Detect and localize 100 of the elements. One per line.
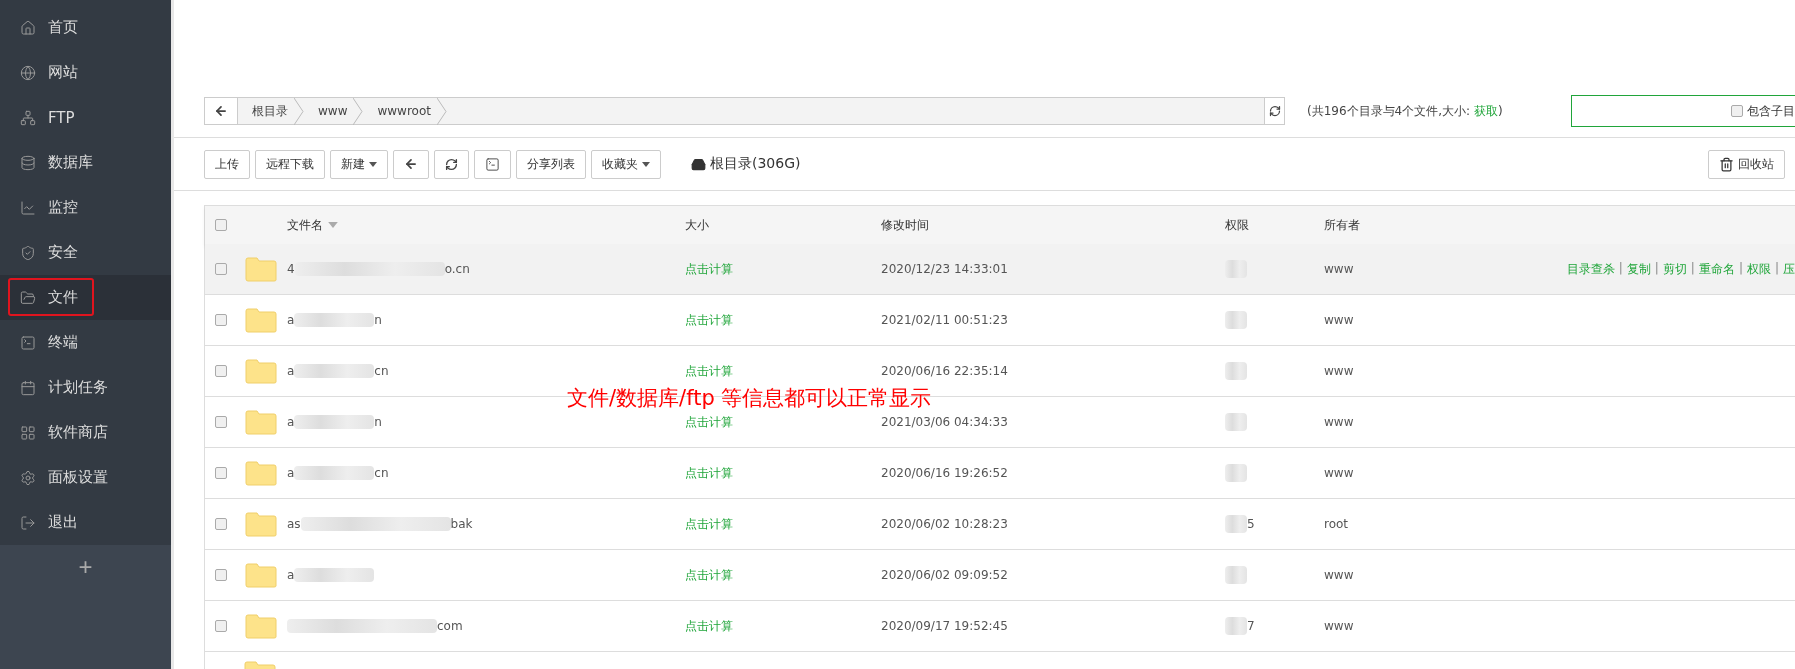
- sidebar-item[interactable]: 监控: [0, 185, 171, 230]
- back-button[interactable]: [205, 98, 238, 124]
- modified-time: 2020/09/17 19:52:45: [881, 619, 1008, 633]
- file-name[interactable]: a: [287, 313, 295, 327]
- sidebar-item[interactable]: 面板设置: [0, 455, 171, 500]
- terminal-icon: [20, 334, 36, 351]
- file-name[interactable]: cn: [374, 364, 389, 378]
- file-name[interactable]: a: [287, 364, 295, 378]
- sidebar-label: 监控: [48, 198, 78, 217]
- sidebar-item[interactable]: FTP: [0, 95, 171, 140]
- owner-text: www: [1324, 415, 1354, 429]
- blur-patch: [1225, 617, 1247, 635]
- column-header: 修改时间: [881, 216, 929, 234]
- checkbox[interactable]: [215, 263, 227, 275]
- sidebar-item[interactable]: 计划任务: [0, 365, 171, 410]
- shield-icon: [20, 244, 36, 261]
- column-header: 权限: [1225, 216, 1249, 234]
- owner-text: www: [1324, 466, 1354, 480]
- file-name[interactable]: a: [287, 568, 295, 582]
- logout-icon: [20, 514, 36, 531]
- drive-icon: [691, 156, 706, 172]
- sidebar-label: 终端: [48, 333, 78, 352]
- chevron-icon: [436, 98, 447, 125]
- file-name[interactable]: as: [287, 517, 301, 531]
- breadcrumb-item[interactable]: 根目录: [238, 98, 294, 124]
- column-header: 所有者: [1324, 216, 1360, 234]
- folder-icon: [20, 289, 36, 306]
- checkbox[interactable]: [1731, 105, 1743, 117]
- sidebar-item[interactable]: 退出: [0, 500, 171, 545]
- permission-text: 7: [1247, 619, 1255, 633]
- owner-text: root: [1324, 517, 1349, 531]
- sidebar-item[interactable]: 网站: [0, 50, 171, 95]
- checkbox[interactable]: [215, 467, 227, 479]
- recycle-bin-button[interactable]: 回收站: [1708, 149, 1785, 179]
- toolbar-button[interactable]: 远程下载: [255, 149, 325, 179]
- separator: |: [1690, 260, 1695, 277]
- chevron-icon: [353, 98, 364, 125]
- globe-icon: [20, 64, 36, 81]
- file-name[interactable]: 4: [287, 262, 295, 276]
- toolbar-button[interactable]: 上传: [204, 149, 250, 179]
- sidebar-item[interactable]: 文件: [0, 275, 171, 320]
- breadcrumb-item[interactable]: www: [304, 98, 354, 124]
- folder-icon: [245, 511, 277, 537]
- checkbox[interactable]: [215, 569, 227, 581]
- owner-text: www: [1324, 313, 1354, 327]
- sidebar-label: 首页: [48, 18, 78, 37]
- terminal-button[interactable]: [474, 149, 511, 179]
- checkbox[interactable]: [215, 416, 227, 428]
- checkbox[interactable]: [215, 219, 227, 231]
- file-row[interactable]: 4 o.cn 点击计算 2020/12/23 14:33:01 www 目录查杀 | 复制 | 剪切 | 重命名 | 权限 | 压: [205, 244, 1795, 295]
- file-name[interactable]: n: [374, 415, 382, 429]
- file-name[interactable]: n: [374, 313, 382, 327]
- checkbox[interactable]: [215, 620, 227, 632]
- checkbox[interactable]: [215, 365, 227, 377]
- back-button[interactable]: [393, 149, 429, 179]
- search-field[interactable]: 包含子目: [1571, 95, 1795, 127]
- add-button[interactable]: +: [72, 553, 99, 581]
- settings-icon: [20, 469, 36, 486]
- folder-icon: [245, 358, 277, 384]
- file-name[interactable]: a: [287, 466, 295, 480]
- refresh-icon: [1268, 105, 1281, 117]
- file-name[interactable]: cn: [374, 466, 389, 480]
- toolbar-button[interactable]: 分享列表: [516, 149, 586, 179]
- file-name[interactable]: com: [437, 619, 463, 633]
- sidebar-item[interactable]: 软件商店: [0, 410, 171, 455]
- folder-icon: [245, 460, 277, 486]
- folder-icon: [245, 613, 277, 639]
- sidebar-label: 安全: [48, 243, 78, 262]
- file-name[interactable]: o.cn: [444, 262, 470, 276]
- file-name[interactable]: bak: [450, 517, 473, 531]
- refresh-button[interactable]: [1265, 97, 1285, 125]
- sidebar-item[interactable]: 首页: [0, 5, 171, 50]
- checkbox[interactable]: [215, 518, 227, 530]
- breadcrumb-item[interactable]: wwwroot: [363, 98, 437, 124]
- sort-icon[interactable]: [328, 222, 338, 228]
- dropdown-button[interactable]: 收藏夹: [591, 149, 661, 179]
- dropdown-button[interactable]: 新建: [330, 149, 388, 179]
- column-header[interactable]: 文件名: [287, 216, 323, 234]
- owner-text: www: [1324, 364, 1354, 378]
- sidebar-item[interactable]: 数据库: [0, 140, 171, 185]
- separator: |: [1774, 260, 1779, 277]
- terminal-icon: [485, 156, 500, 172]
- caret-icon: [642, 161, 650, 167]
- sidebar-label: 文件: [48, 288, 78, 307]
- sidebar-label: 数据库: [48, 153, 93, 172]
- separator: |: [1738, 260, 1743, 277]
- folder-summary: (共196个目录与4个文件,大小: 获取): [1307, 102, 1503, 120]
- sidebar-label: 退出: [48, 513, 78, 532]
- disk-label: 根目录(306G): [710, 155, 801, 173]
- checkbox[interactable]: [215, 314, 227, 326]
- file-name[interactable]: a: [287, 415, 295, 429]
- sidebar-item[interactable]: 终端: [0, 320, 171, 365]
- arrow-left-icon: [214, 104, 228, 118]
- refresh-button[interactable]: [434, 149, 469, 179]
- modified-time: 2021/02/11 00:51:23: [881, 313, 1008, 327]
- refresh-icon: [445, 157, 458, 171]
- blur-patch: [1225, 515, 1247, 533]
- sidebar-item[interactable]: 安全: [0, 230, 171, 275]
- modified-time: 2020/06/02 09:09:52: [881, 568, 1008, 582]
- trash-icon: [1719, 156, 1734, 172]
